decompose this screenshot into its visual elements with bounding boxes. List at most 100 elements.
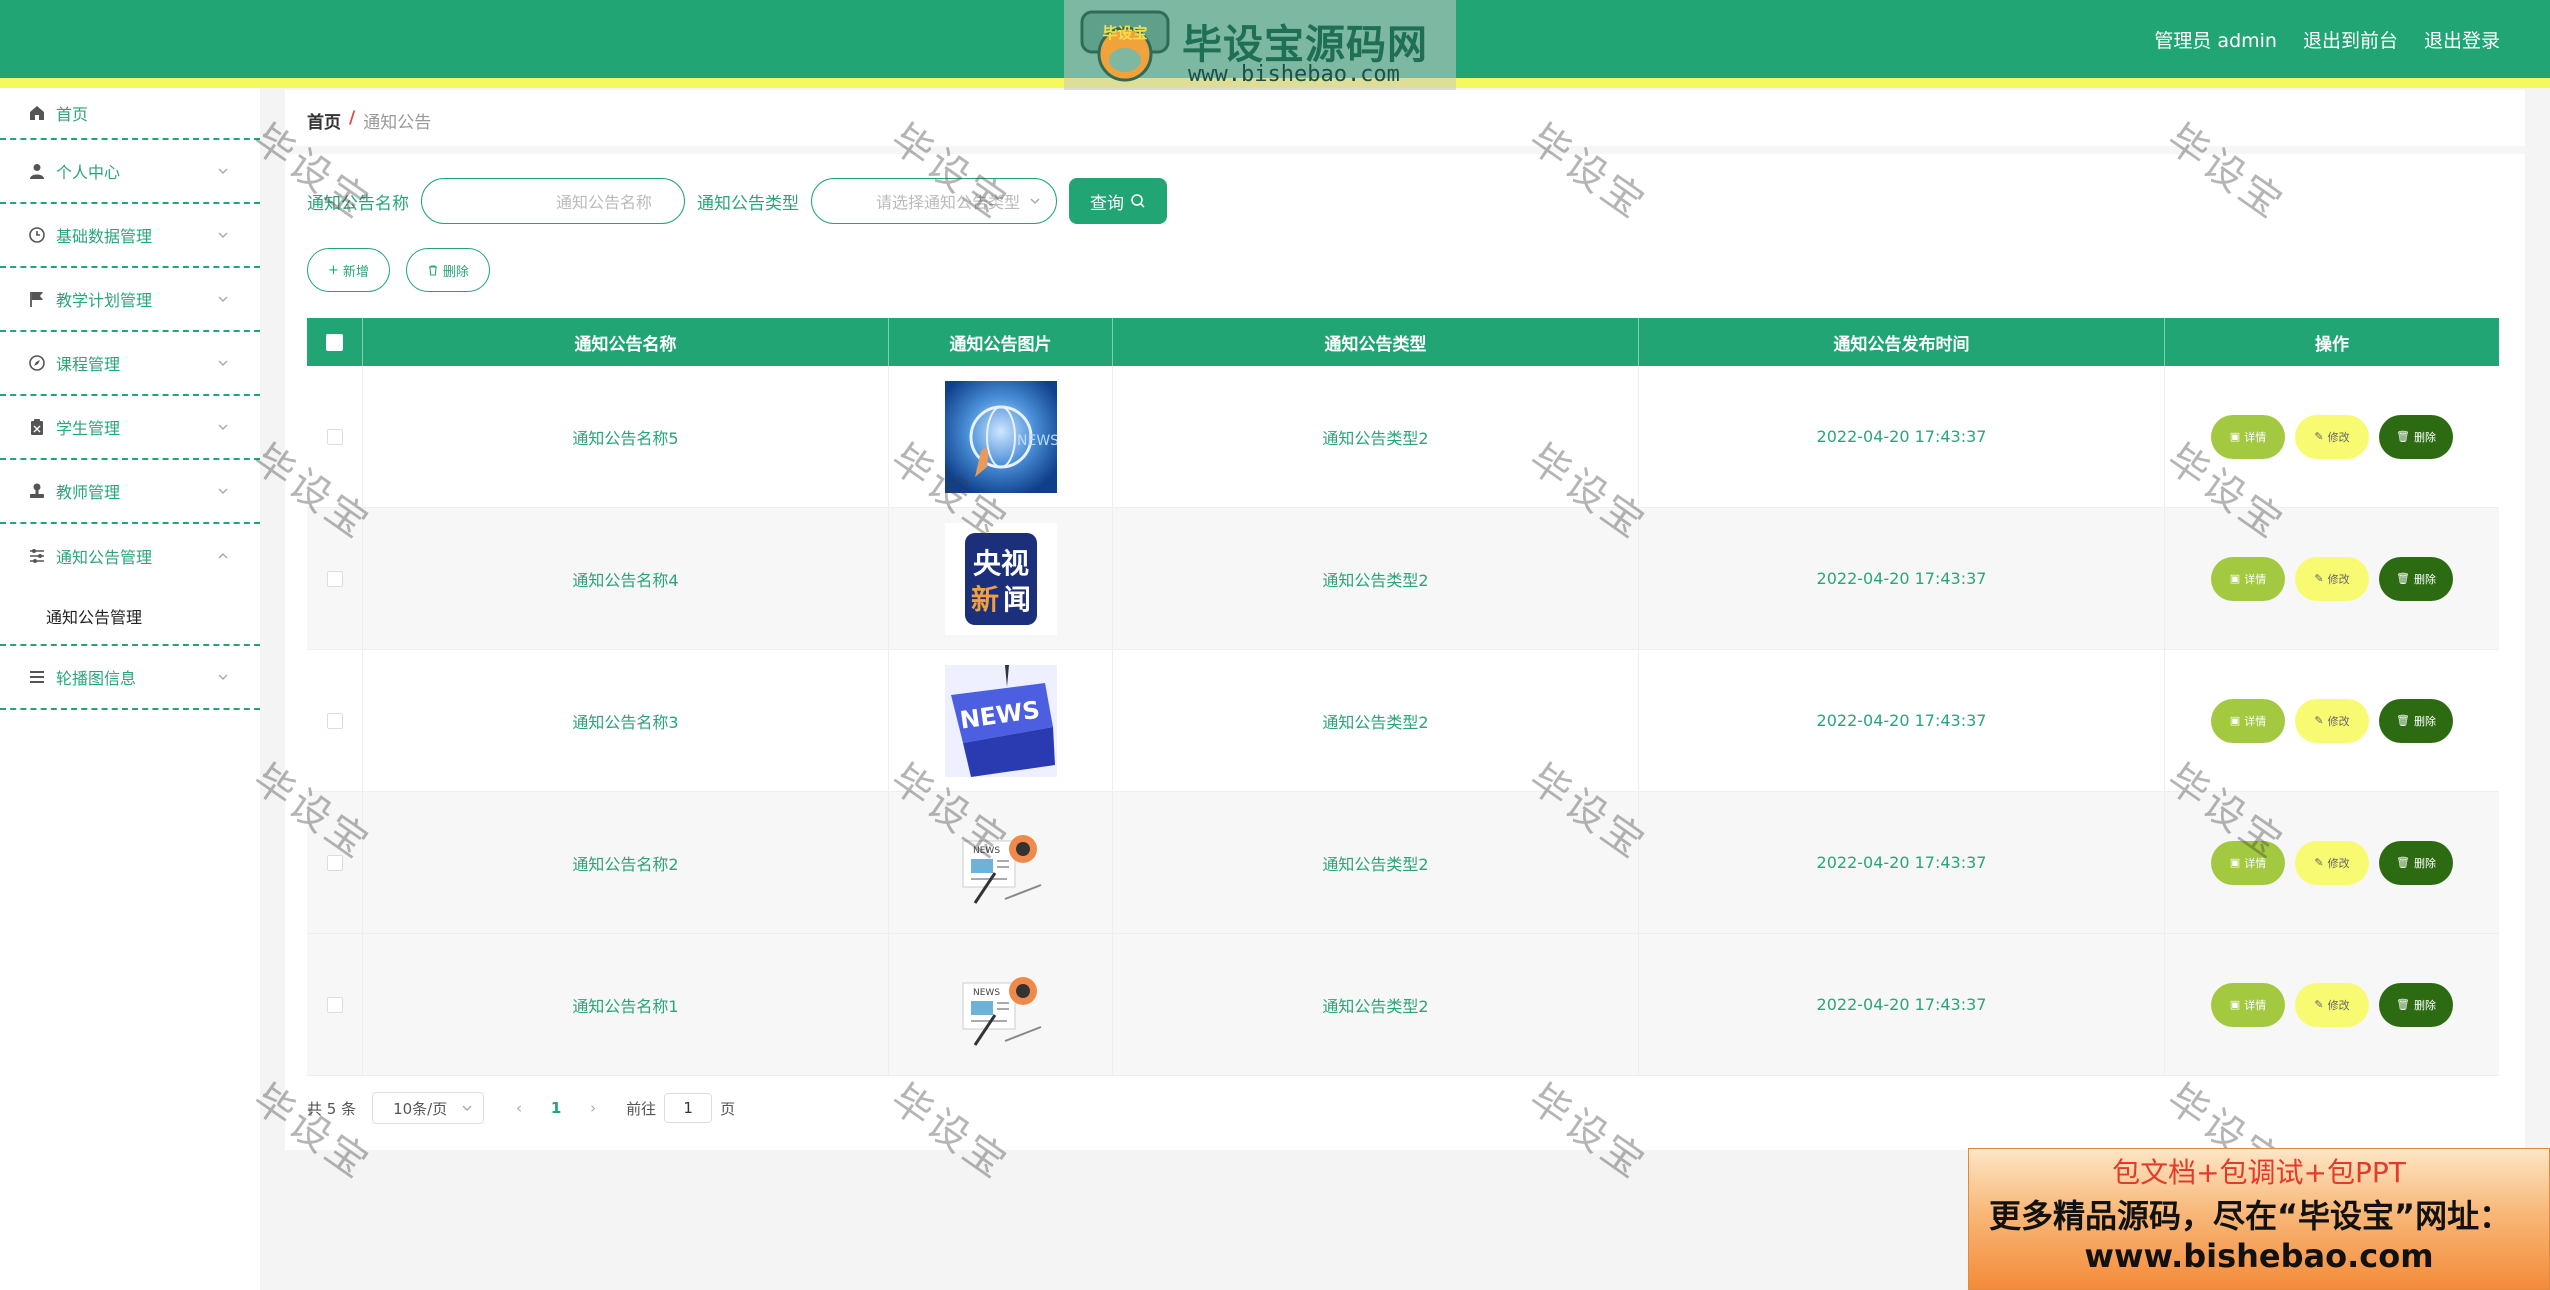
notice-type: 通知公告类型2 (1113, 792, 1639, 933)
edit-button[interactable]: ✎ 修改 (2295, 414, 2369, 459)
row-checkbox[interactable] (326, 996, 343, 1013)
detail-button[interactable]: ▣ 详情 (2211, 698, 2285, 743)
sidebar-item-teaching-plan[interactable]: 教学计划管理 (0, 268, 260, 332)
query-button[interactable]: 查询 (1069, 178, 1167, 224)
row-checkbox[interactable] (326, 428, 343, 445)
sidebar-item-students[interactable]: 学生管理 (0, 396, 260, 460)
detail-label: 详情 (2244, 714, 2267, 728)
detail-button[interactable]: ▣ 详情 (2211, 414, 2285, 459)
delete-label: 删除 (2413, 572, 2436, 586)
detail-button[interactable]: ▣ 详情 (2211, 982, 2285, 1027)
sidebar-item-personal-center[interactable]: 个人中心 (0, 140, 260, 204)
svg-text:NEWS: NEWS (1017, 433, 1057, 449)
notice-image-cell: 央视 新 闻 (889, 508, 1113, 649)
svg-text:NEWS: NEWS (973, 846, 1000, 856)
news-globe-image: NEWS (944, 380, 1057, 493)
prev-page-button[interactable]: ‹ (504, 1099, 534, 1117)
goto-prefix: 前往 (626, 1099, 657, 1118)
notice-type: 通知公告类型2 (1113, 508, 1639, 649)
sidebar-item-label: 基础数据管理 (56, 227, 153, 246)
sidebar-item-carousel[interactable]: 轮播图信息 (0, 646, 260, 710)
edit-button[interactable]: ✎ 修改 (2295, 840, 2369, 885)
delete-button[interactable]: 🗑 删除 (2379, 698, 2453, 743)
sidebar-item-courses[interactable]: 课程管理 (0, 332, 260, 396)
row-actions: ▣ 详情 ✎ 修改 🗑 删除 (2165, 366, 2499, 507)
sidebar-item-notices[interactable]: 通知公告管理 (0, 524, 260, 588)
main-content: 首页 / 通知公告 通知公告名称 通知公告名称 通知公告类型 请选择通知公告类型… (285, 90, 2525, 1150)
column-header-actions: 操作 (2315, 334, 2349, 355)
next-page-button[interactable]: › (578, 1099, 608, 1117)
edit-label: 修改 (2327, 572, 2350, 586)
type-search-select[interactable]: 请选择通知公告类型 (811, 178, 1057, 224)
delete-button[interactable]: 🗑 删除 (2379, 982, 2453, 1027)
table-row: 通知公告名称3 NEWS 通知公告类型2 2022-04-20 17:43:37… (307, 650, 2499, 792)
delete-button[interactable]: 🗑 删除 (2379, 840, 2453, 885)
edit-button[interactable]: ✎ 修改 (2295, 698, 2369, 743)
notice-time: 2022-04-20 17:43:37 (1639, 508, 2165, 649)
row-select-cell (307, 508, 363, 649)
sidebar-item-teachers[interactable]: 教师管理 (0, 460, 260, 524)
exit-to-front-link[interactable]: 退出到前台 (2303, 26, 2398, 53)
edit-icon: ✎ (2314, 430, 2324, 443)
promo-line-2: 更多精品源码，尽在“毕设宝”网址： (1989, 1197, 2512, 1235)
notice-name: 通知公告名称4 (363, 508, 889, 649)
sidebar: 首页 个人中心 基础数据管理 教学计划管理 课程管理 学生管理 教师管理 通知公… (0, 88, 260, 1290)
clock-icon (28, 226, 46, 244)
type-search-label: 通知公告类型 (697, 193, 799, 214)
row-checkbox[interactable] (326, 570, 343, 587)
divider (285, 146, 2525, 154)
promo-line-1: 包文档+包调试+包PPT (2112, 1156, 2406, 1189)
detail-icon: ▣ (2229, 572, 2241, 585)
notice-image-cell: NEWS (889, 366, 1113, 507)
row-select-cell (307, 366, 363, 507)
delete-button[interactable]: 🗑 删除 (2379, 414, 2453, 459)
row-select-cell (307, 934, 363, 1075)
sidebar-item-label: 首页 (56, 105, 89, 124)
edit-button[interactable]: ✎ 修改 (2295, 982, 2369, 1027)
detail-label: 详情 (2244, 572, 2267, 586)
notice-name: 通知公告名称5 (363, 366, 889, 507)
news-key-image: NEWS (944, 664, 1057, 777)
promo-banner: 包文档+包调试+包PPT 更多精品源码，尽在“毕设宝”网址： www.bishe… (1968, 1148, 2550, 1290)
chevron-down-icon (1030, 198, 1040, 205)
row-select-cell (307, 650, 363, 791)
page-size-select[interactable]: 10条/页 (372, 1092, 485, 1124)
page-number-current[interactable]: 1 (534, 1099, 578, 1117)
detail-button[interactable]: ▣ 详情 (2211, 556, 2285, 601)
chevron-down-icon (218, 296, 228, 303)
edit-icon: ✎ (2314, 572, 2324, 585)
breadcrumb-home[interactable]: 首页 (307, 108, 341, 133)
logout-link[interactable]: 退出登录 (2424, 26, 2500, 53)
name-search-input[interactable]: 通知公告名称 (421, 178, 685, 224)
delete-label: 删除 (2413, 856, 2436, 870)
trash-icon: 🗑 (2396, 430, 2410, 443)
logo-url: www.bishebao.com (1188, 62, 1400, 87)
name-search-placeholder: 通知公告名称 (555, 193, 652, 212)
row-actions: ▣ 详情 ✎ 修改 🗑 删除 (2165, 792, 2499, 933)
sidebar-item-basic-data[interactable]: 基础数据管理 (0, 204, 260, 268)
plus-icon: + (328, 262, 339, 278)
trash-icon: 🗑 (2396, 856, 2410, 869)
goto-suffix: 页 (720, 1099, 736, 1118)
sidebar-item-label: 教师管理 (56, 483, 121, 502)
row-actions: ▣ 详情 ✎ 修改 🗑 删除 (2165, 508, 2499, 649)
search-icon (1131, 194, 1145, 208)
row-checkbox[interactable] (326, 854, 343, 871)
detail-label: 详情 (2244, 856, 2267, 870)
add-button[interactable]: + 新增 (307, 248, 390, 292)
select-all-checkbox[interactable] (326, 333, 343, 351)
cctv-news-image: 央视 新 闻 (944, 522, 1057, 635)
goto-page-input[interactable]: 1 (664, 1093, 713, 1123)
menu-icon (28, 668, 46, 686)
sidebar-subitem-notice-management[interactable]: 通知公告管理 (0, 588, 260, 646)
sidebar-item-home[interactable]: 首页 (0, 88, 260, 140)
chevron-down-icon (218, 232, 228, 239)
detail-button[interactable]: ▣ 详情 (2211, 840, 2285, 885)
trash-icon: 🗑 (2396, 998, 2410, 1011)
sidebar-item-label: 课程管理 (56, 355, 121, 374)
batch-delete-button[interactable]: 删除 (405, 248, 490, 292)
edit-button[interactable]: ✎ 修改 (2295, 556, 2369, 601)
delete-button[interactable]: 🗑 删除 (2379, 556, 2453, 601)
search-form: 通知公告名称 通知公告名称 通知公告类型 请选择通知公告类型 查询 (307, 178, 1167, 224)
row-checkbox[interactable] (326, 712, 343, 729)
